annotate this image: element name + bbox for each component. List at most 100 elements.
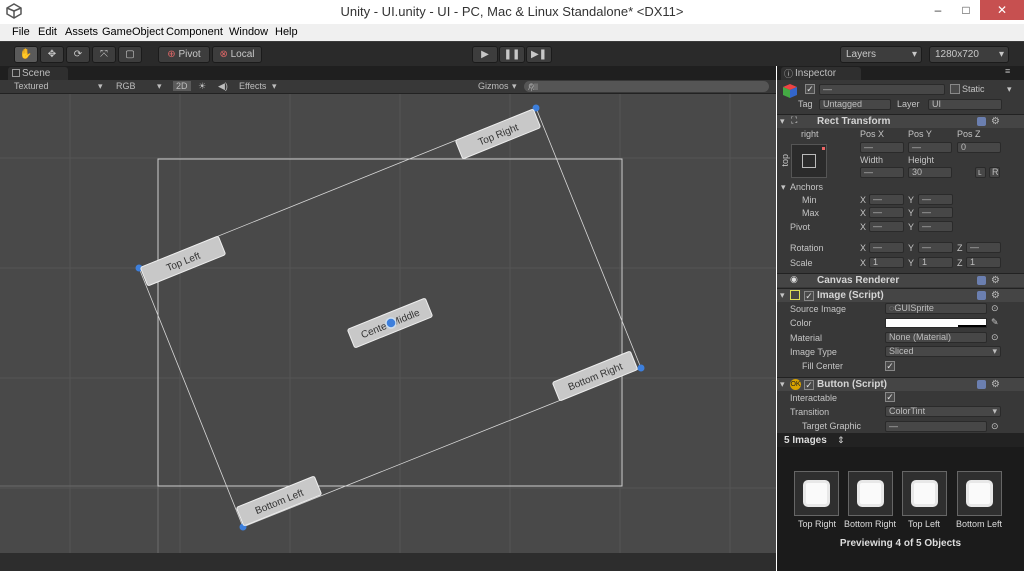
layout-dropdown[interactable]: 1280x720 ▾	[929, 46, 1009, 63]
help-icon[interactable]	[977, 276, 986, 285]
pivot-toggle-button[interactable]: ⊕ Pivot	[158, 46, 210, 63]
ui-button-bottom-right[interactable]: Bottom Right	[552, 351, 638, 401]
button-script-header[interactable]: ▾ OK ✓ Button (Script) ⚙	[777, 377, 1024, 391]
blueprint-mode-button[interactable]: ʟ	[975, 167, 986, 178]
move-tool-button[interactable]: ✥	[40, 46, 64, 63]
shading-mode-dropdown[interactable]: Textured	[14, 81, 49, 91]
gear-icon[interactable]: ⚙	[991, 116, 1000, 127]
fill-center-checkbox[interactable]: ✓	[885, 361, 895, 371]
scene-canvas[interactable]: Top Right Top Left Center Middle Bottom …	[0, 94, 776, 553]
pause-button[interactable]: ❚❚	[499, 46, 525, 63]
menu-icon[interactable]: ≡	[1005, 66, 1010, 76]
rotation-z-field[interactable]: —	[966, 242, 1001, 253]
tag-dropdown[interactable]: Untagged	[819, 99, 891, 110]
help-icon[interactable]	[977, 380, 986, 389]
menu-help[interactable]: Help	[275, 26, 298, 38]
anchor-max-y-field[interactable]: —	[918, 207, 953, 218]
play-button[interactable]: ▶	[472, 46, 498, 63]
image-enabled-checkbox[interactable]: ✓	[804, 291, 814, 301]
anchor-min-y-field[interactable]: —	[918, 194, 953, 205]
target-graphic-field[interactable]: —	[885, 421, 987, 432]
lighting-icon[interactable]: ☀	[198, 81, 206, 92]
scene-view[interactable]: Top Right Top Left Center Middle Bottom …	[0, 94, 776, 553]
gear-icon[interactable]: ⚙	[991, 290, 1000, 301]
preview-thumb[interactable]	[794, 471, 839, 516]
chevron-down-icon[interactable]: ▾	[1007, 84, 1012, 95]
object-picker-icon[interactable]: ⊙	[991, 332, 999, 343]
pivot-y-field[interactable]: —	[918, 221, 953, 232]
effects-dropdown[interactable]: Effects	[239, 81, 266, 91]
pause-icon: ❚❚	[503, 49, 521, 60]
pos-x-field[interactable]: —	[860, 142, 904, 153]
main-toolbar: ✋ ✥ ⟳ ⤧ ▢ ⊕ Pivot ⊗ Local ▶ ❚❚ ▶❚ Layers…	[0, 41, 1024, 66]
width-field[interactable]: —	[860, 167, 904, 178]
menu-component[interactable]: Component	[166, 26, 223, 38]
audio-icon[interactable]: ◀)	[218, 81, 228, 92]
local-toggle-button[interactable]: ⊗ Local	[212, 46, 262, 63]
raw-edit-button[interactable]: R	[989, 167, 1000, 178]
hand-tool-button[interactable]: ✋	[14, 46, 38, 63]
step-button[interactable]: ▶❚	[526, 46, 552, 63]
render-mode-dropdown[interactable]: RGB	[116, 81, 136, 91]
preview-thumb[interactable]	[848, 471, 893, 516]
preview-thumb[interactable]	[902, 471, 947, 516]
foldout-arrow-icon[interactable]: ▾	[781, 182, 786, 193]
interactable-checkbox[interactable]: ✓	[885, 392, 895, 402]
eyedropper-icon[interactable]: ✎	[991, 317, 999, 328]
rect-transform-header[interactable]: ▾ ⛶ Rect Transform ⚙	[777, 114, 1024, 128]
static-checkbox[interactable]	[950, 84, 960, 94]
preview-header[interactable]: 5 Images ⇕	[777, 433, 1024, 447]
help-icon[interactable]	[977, 291, 986, 300]
gear-icon[interactable]: ⚙	[991, 275, 1000, 286]
height-field[interactable]: 30	[908, 167, 952, 178]
preview-thumb[interactable]	[957, 471, 1002, 516]
rotation-x-field[interactable]: —	[869, 242, 904, 253]
anchor-max-x-field[interactable]: —	[869, 207, 904, 218]
rect-handle[interactable]	[637, 364, 645, 372]
canvas-renderer-header[interactable]: ◉ Canvas Renderer ⚙	[777, 273, 1024, 287]
color-swatch[interactable]	[885, 318, 987, 328]
help-icon[interactable]	[977, 117, 986, 126]
menu-edit[interactable]: Edit	[38, 26, 57, 38]
pivot-handle[interactable]	[385, 317, 397, 329]
scale-x-field[interactable]: 1	[869, 257, 904, 268]
source-image-field[interactable]: ◌GUISprite	[885, 303, 987, 314]
mode-2d-toggle[interactable]: 2D	[173, 81, 191, 91]
scale-z-field[interactable]: 1	[966, 257, 1001, 268]
menu-assets[interactable]: Assets	[65, 26, 98, 38]
gear-icon[interactable]: ⚙	[991, 379, 1000, 390]
pivot-x-field[interactable]: —	[869, 221, 904, 232]
menu-window[interactable]: Window	[229, 26, 268, 38]
minimize-button[interactable]: –	[924, 0, 952, 20]
anchor-preset-button[interactable]	[791, 144, 827, 178]
object-picker-icon[interactable]: ⊙	[991, 303, 999, 314]
layer-dropdown[interactable]: UI	[928, 99, 1002, 110]
object-picker-icon[interactable]: ⊙	[991, 421, 999, 432]
material-field[interactable]: None (Material)	[885, 332, 987, 343]
object-name-field[interactable]: —	[819, 84, 945, 95]
active-checkbox[interactable]: ✓	[805, 84, 815, 94]
layers-dropdown[interactable]: Layers ▾	[840, 46, 922, 63]
image-type-dropdown[interactable]: Sliced ▾	[885, 346, 1001, 357]
rotate-tool-button[interactable]: ⟳	[66, 46, 90, 63]
scale-y-field[interactable]: 1	[918, 257, 953, 268]
menu-file[interactable]: File	[12, 26, 30, 38]
scale-tool-button[interactable]: ⤧	[92, 46, 116, 63]
anchor-min-x-field[interactable]: —	[869, 194, 904, 205]
rect-tool-button[interactable]: ▢	[118, 46, 142, 63]
pos-y-field[interactable]: —	[908, 142, 952, 153]
image-script-header[interactable]: ▾ ✓ Image (Script) ⚙	[777, 288, 1024, 302]
button-enabled-checkbox[interactable]: ✓	[804, 380, 814, 390]
ui-button-top-right[interactable]: Top Right	[455, 109, 541, 159]
maximize-button[interactable]: □	[952, 0, 980, 20]
close-button[interactable]: ✕	[980, 0, 1024, 20]
transition-dropdown[interactable]: ColorTint ▾	[885, 406, 1001, 417]
scene-search-input[interactable]: ⚲ All	[524, 81, 769, 92]
gizmos-dropdown[interactable]: Gizmos	[478, 81, 509, 91]
ui-button-top-left[interactable]: Top Left	[140, 236, 226, 286]
rotation-y-field[interactable]: —	[918, 242, 953, 253]
component-title: Image (Script)	[817, 290, 884, 301]
menu-gameobject[interactable]: GameObject	[102, 26, 164, 38]
search-placeholder: All	[528, 82, 539, 92]
pos-z-field[interactable]: 0	[957, 142, 1001, 153]
